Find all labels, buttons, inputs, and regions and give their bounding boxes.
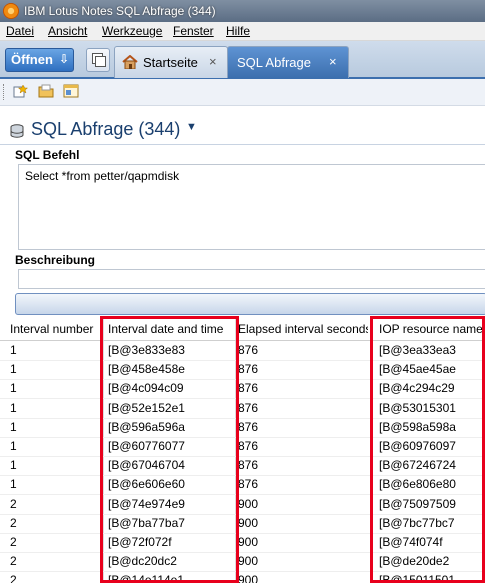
table-cell[interactable]: 876 [238, 456, 370, 475]
sql-editor-text: Select *from petter/qapmdisk [25, 169, 180, 183]
open-button[interactable]: Öffnen ⇩ [5, 48, 74, 72]
table-cell[interactable]: 2 [10, 533, 100, 552]
run-query-button[interactable] [15, 293, 485, 315]
toolbar [0, 79, 485, 106]
highlight-box-date-column [100, 316, 239, 583]
tab-sql-abfrage-label: SQL Abfrage [237, 55, 311, 70]
lotus-notes-icon [3, 3, 19, 19]
column-header[interactable]: Elapsed interval seconds [238, 318, 368, 340]
table-cell[interactable]: 1 [10, 456, 100, 475]
table-cell[interactable]: 2 [10, 552, 100, 571]
table-cell[interactable]: 2 [10, 514, 100, 533]
table-cell[interactable]: 1 [10, 360, 100, 379]
table-cell[interactable]: 1 [10, 418, 100, 437]
menu-bar: Datei Ansicht Werkzeuge Fenster Hilfe [0, 22, 485, 41]
table-cell[interactable]: 876 [238, 360, 370, 379]
view-title[interactable]: SQL Abfrage (344) [31, 119, 180, 140]
table-cell[interactable]: 1 [10, 399, 100, 418]
divider [0, 144, 485, 145]
table-cell[interactable]: 900 [238, 514, 370, 533]
properties-icon[interactable] [63, 84, 79, 98]
table-cell[interactable]: 900 [238, 552, 370, 571]
table-cell[interactable]: 2 [10, 571, 100, 583]
tab-startseite-label: Startseite [143, 55, 198, 70]
tab-startseite[interactable]: Startseite × [114, 46, 228, 78]
table-cell[interactable]: 900 [238, 495, 370, 514]
toolbar-grip [3, 84, 6, 100]
table-cell[interactable]: 1 [10, 437, 100, 456]
sql-label: SQL Befehl [15, 148, 80, 162]
tab-bar: Öffnen ⇩ Startseite × SQL Abfrage × [0, 41, 485, 79]
home-icon [122, 55, 138, 69]
table-cell[interactable]: 1 [10, 475, 100, 494]
table-cell[interactable]: 876 [238, 418, 370, 437]
folder-icon[interactable] [38, 84, 54, 98]
table-cell[interactable]: 876 [238, 379, 370, 398]
sql-editor[interactable]: Select *from petter/qapmdisk [18, 164, 485, 250]
title-bar: IBM Lotus Notes SQL Abfrage (344) [0, 0, 485, 22]
table-cell[interactable]: 876 [238, 341, 370, 360]
open-button-label: Öffnen [11, 52, 53, 67]
table-cell[interactable]: 900 [238, 533, 370, 552]
description-field[interactable] [18, 269, 485, 289]
menu-datei[interactable]: Datei [6, 24, 34, 38]
switch-window-button[interactable] [86, 48, 110, 72]
menu-werkzeuge[interactable]: Werkzeuge [102, 24, 162, 38]
highlight-box-iop-column [370, 316, 485, 583]
table-cell[interactable]: 876 [238, 399, 370, 418]
database-icon [10, 124, 24, 138]
table-cell[interactable]: 2 [10, 495, 100, 514]
table-cell[interactable]: 876 [238, 437, 370, 456]
menu-ansicht[interactable]: Ansicht [48, 24, 87, 38]
arrow-down-icon: ⇩ [59, 52, 70, 66]
menu-fenster[interactable]: Fenster [173, 24, 214, 38]
tab-sql-abfrage[interactable]: SQL Abfrage × [227, 46, 349, 78]
menu-hilfe[interactable]: Hilfe [226, 24, 250, 38]
table-cell[interactable]: 1 [10, 341, 100, 360]
column-header[interactable]: Interval number [10, 318, 102, 340]
close-icon[interactable]: × [329, 54, 337, 69]
table-cell[interactable]: 876 [238, 475, 370, 494]
query-view: SQL Abfrage (344) ▼ SQL Befehl Select *f… [0, 106, 485, 583]
description-label: Beschreibung [15, 253, 96, 267]
window-title: IBM Lotus Notes SQL Abfrage (344) [24, 4, 216, 18]
table-cell[interactable]: 1 [10, 379, 100, 398]
new-query-icon[interactable] [12, 84, 28, 98]
table-cell[interactable]: 900 [238, 571, 370, 583]
chevron-down-icon[interactable]: ▼ [186, 121, 197, 133]
view-header: SQL Abfrage (344) ▼ [0, 116, 485, 144]
close-icon[interactable]: × [209, 54, 217, 69]
